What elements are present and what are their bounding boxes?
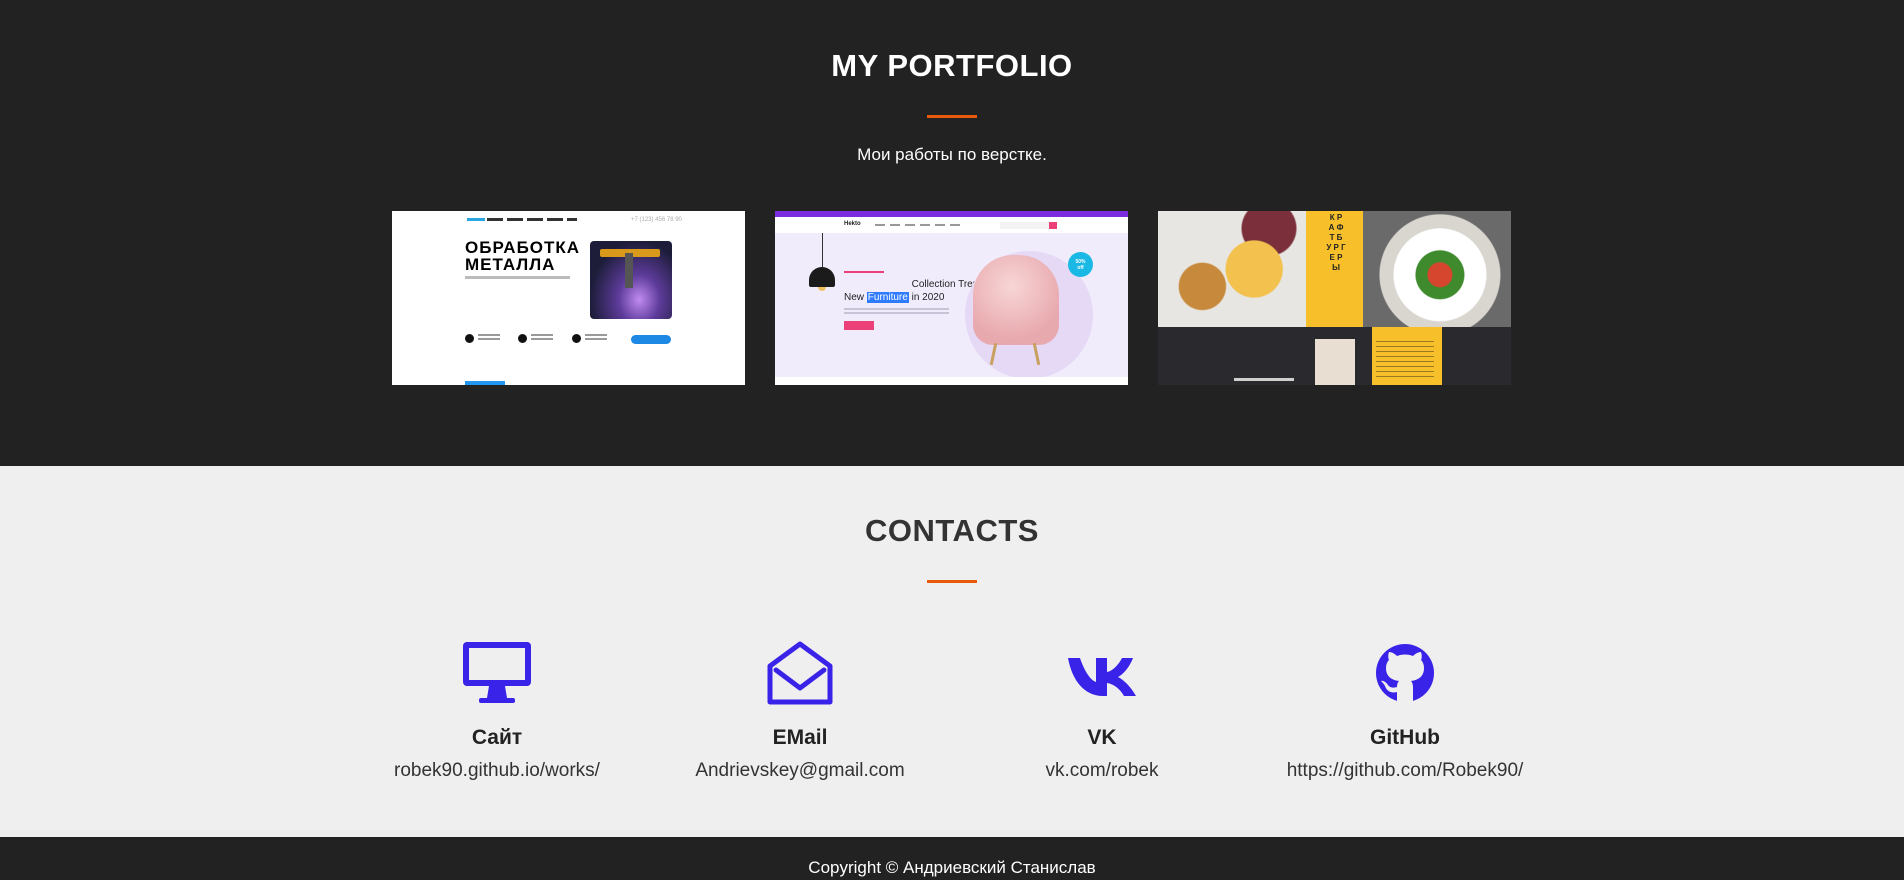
contact-title: Сайт xyxy=(471,726,523,749)
portfolio-divider xyxy=(927,115,977,118)
portfolio-subtitle: Мои работы по верстке. xyxy=(857,145,1047,164)
thumb-discount-badge: 50% off xyxy=(1068,252,1093,277)
contact-value: robek90.github.io/works/ xyxy=(394,760,600,781)
thumb-phone: +7 (123) 456 78 90 xyxy=(631,217,682,223)
portfolio-item-burgers[interactable]: К Р А Ф Т Б У Р Г Е Р Ы xyxy=(1158,211,1511,385)
contact-title: VK xyxy=(1087,726,1117,749)
contact-email[interactable]: EMail Andrievskey@gmail.com xyxy=(650,640,950,782)
envelope-open-icon xyxy=(767,641,833,705)
portfolio-title: MY PORTFOLIO xyxy=(831,48,1073,83)
thumb-feature-caption xyxy=(478,334,500,340)
thumb-image-laser xyxy=(590,241,672,319)
thumb-search xyxy=(1000,222,1055,229)
thumb-nav-active xyxy=(467,218,485,221)
portfolio-section: MY PORTFOLIO Мои работы по верстке. +7 (… xyxy=(0,0,1904,466)
thumb-search-button xyxy=(1049,222,1057,229)
thumb-heading: ОБРАБОТКА МЕТАЛЛА xyxy=(465,238,581,274)
github-icon xyxy=(1376,644,1434,702)
thumb-card xyxy=(1315,339,1355,385)
thumb-image-plate xyxy=(1363,211,1511,327)
contact-title: GitHub xyxy=(1370,726,1440,749)
thumb-feature-dot xyxy=(465,334,474,343)
thumb-lamp-bulb xyxy=(818,287,826,291)
thumb-button xyxy=(631,335,671,344)
thumb-lamp-cord xyxy=(822,233,823,269)
thumb-feature-dot xyxy=(572,334,581,343)
contact-vk[interactable]: VK vk.com/robek xyxy=(952,640,1252,782)
copyright-text: Copyright © Андриевский Станислав xyxy=(808,858,1096,877)
thumb-image-burger xyxy=(1158,211,1306,327)
contact-site[interactable]: Сайт robek90.github.io/works/ xyxy=(347,640,647,782)
thumb-bottom-heading xyxy=(465,381,505,385)
thumb-description xyxy=(844,308,949,314)
contact-value: Andrievskey@gmail.com xyxy=(695,760,905,781)
vk-icon xyxy=(1068,658,1136,696)
footer: Copyright © Андриевский Станислав xyxy=(0,837,1904,880)
thumb-footer-strip xyxy=(775,377,1128,385)
thumb-lamp xyxy=(809,267,835,287)
contact-title: EMail xyxy=(772,726,828,749)
portfolio-item-furniture[interactable]: Hekto New Furniture Collection Trends in… xyxy=(775,211,1128,385)
portfolio-item-metal[interactable]: +7 (123) 456 78 90 ОБРАБОТКА МЕТАЛЛА xyxy=(392,211,745,385)
contact-github[interactable]: GitHub https://github.com/Robek90/ xyxy=(1255,640,1555,782)
contact-value: vk.com/robek xyxy=(1045,760,1159,781)
thumb-menu xyxy=(875,224,963,226)
thumb-subtitle xyxy=(465,276,570,279)
thumb-feature-caption xyxy=(585,334,607,340)
thumb-button xyxy=(844,321,874,330)
contacts-divider xyxy=(927,580,977,583)
thumb-chair xyxy=(973,255,1059,345)
thumb-kicker xyxy=(844,271,884,273)
thumb-feature-caption xyxy=(531,334,553,340)
monitor-icon xyxy=(463,642,531,703)
thumb-feature-dot xyxy=(518,334,527,343)
contact-value: https://github.com/Robek90/ xyxy=(1286,760,1524,781)
thumb-caption xyxy=(1234,378,1294,381)
contacts-title: CONTACTS xyxy=(865,513,1039,548)
thumb-vertical-title: К Р А Ф Т Б У Р Г Е Р Ы xyxy=(1326,213,1346,272)
thumb-logo: Hekto xyxy=(844,221,861,227)
